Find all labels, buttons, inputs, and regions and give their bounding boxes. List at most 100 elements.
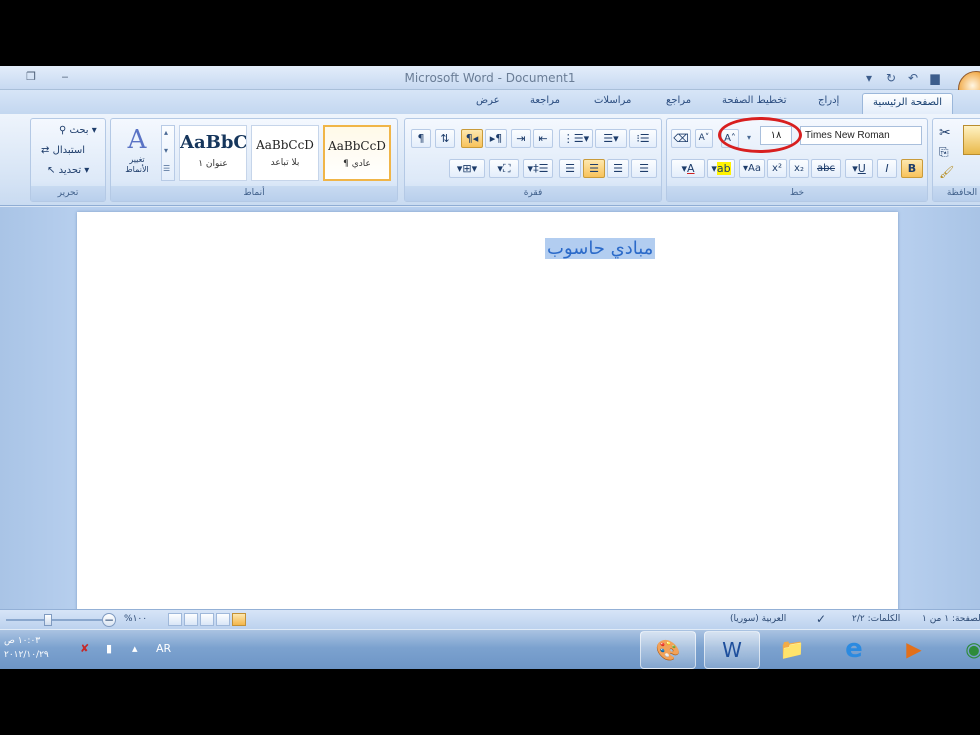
taskbar: ١٠:٠٣ ص ٢٠١٢/١٠/٢٩ ✘ ▮ ▴ AR 🎨 W 📁 e ▶ ◉ bbox=[0, 629, 980, 669]
volume-muted-icon[interactable]: ✘ bbox=[80, 642, 89, 655]
strikethrough-button[interactable]: abc bbox=[811, 159, 841, 178]
line-spacing-icon: ▾‡☰ bbox=[527, 162, 549, 175]
align-left-button[interactable]: ☰ bbox=[631, 159, 657, 178]
change-styles-button[interactable]: A تغيير الأنماط bbox=[117, 125, 157, 181]
bullets-button[interactable]: ⁝☰ bbox=[629, 129, 657, 148]
tab-page-layout[interactable]: تخطيط الصفحة bbox=[722, 95, 787, 106]
rtl-icon: ¶◂ bbox=[465, 132, 479, 145]
proofing-icon[interactable]: ✓ bbox=[816, 612, 826, 626]
show-hidden-icons-icon[interactable]: ▴ bbox=[132, 642, 138, 655]
tab-references[interactable]: مراجع bbox=[666, 95, 691, 106]
sort-button[interactable]: ⇅ bbox=[435, 129, 455, 148]
taskbar-ie[interactable]: e bbox=[826, 631, 882, 669]
shading-icon: ▾⛶ bbox=[497, 162, 511, 175]
style-heading-1[interactable]: AaBbC( عنوان ١ bbox=[179, 125, 247, 181]
selected-heading-text[interactable]: مبادي حاسوب bbox=[545, 238, 656, 259]
shading-button[interactable]: ▾⛶ bbox=[489, 159, 519, 178]
bullets-icon: ⁝☰ bbox=[636, 132, 650, 145]
increase-indent-button[interactable]: ⇥ bbox=[511, 129, 531, 148]
bold-button[interactable]: B bbox=[901, 159, 923, 178]
clock[interactable]: ١٠:٠٣ ص ٢٠١٢/١٠/٢٩ bbox=[4, 634, 49, 662]
underline-button[interactable]: ▾U bbox=[845, 159, 873, 178]
zoom-slider-thumb[interactable] bbox=[44, 614, 52, 626]
quick-access-toolbar: ▾ ↻ ↶ ▆ bbox=[860, 68, 944, 88]
power-icon[interactable]: ▮ bbox=[106, 642, 112, 655]
style-normal[interactable]: AaBbCcD ¶ عادي bbox=[323, 125, 391, 181]
find-button[interactable]: ⚲ بحث ▾ bbox=[59, 125, 97, 136]
styles-gallery-scroll[interactable]: ▴ ▾ ☰ bbox=[161, 125, 175, 181]
clipboard-group: ✂ ⎘ 🖌 الحافظة bbox=[932, 118, 980, 202]
replace-button[interactable]: ⇄ استبدال bbox=[41, 145, 85, 156]
view-outline-button[interactable] bbox=[184, 613, 198, 626]
tab-mailings[interactable]: مراسلات bbox=[594, 95, 631, 106]
editing-group-label: تحرير bbox=[31, 186, 105, 201]
rtl-button[interactable]: ¶◂ bbox=[461, 129, 483, 148]
tab-review[interactable]: مراجعة bbox=[530, 95, 560, 106]
tab-home[interactable]: الصفحة الرئيسية bbox=[862, 93, 953, 114]
language-indicator[interactable]: العربية (سوريا) bbox=[730, 614, 786, 624]
shrink-font-button[interactable]: A˅ bbox=[695, 129, 713, 148]
status-bar: − %١٠٠ العربية (سوريا) ✓ الكلمات: ٢/٢ ال… bbox=[0, 609, 980, 629]
justify-icon: ☰ bbox=[565, 162, 575, 175]
font-name-box[interactable]: Times New Roman bbox=[800, 126, 922, 145]
strikethrough-icon: abc bbox=[817, 163, 835, 174]
justify-button[interactable]: ☰ bbox=[559, 159, 581, 178]
redo-icon[interactable]: ↻ bbox=[882, 69, 900, 87]
tab-view[interactable]: عرض bbox=[476, 95, 500, 106]
save-icon[interactable]: ▆ bbox=[926, 69, 944, 87]
style-no-spacing[interactable]: AaBbCcD بلا تباعد bbox=[251, 125, 319, 181]
title-bar: ❐ ‒ Microsoft Word - Document1 ▾ ↻ ↶ ▆ bbox=[0, 66, 980, 107]
tab-insert[interactable]: إدراج bbox=[818, 95, 839, 106]
highlight-button[interactable]: ▾ab bbox=[707, 159, 735, 178]
taskbar-paint[interactable]: 🎨 bbox=[640, 631, 696, 669]
numbering-button[interactable]: ☰▾ bbox=[595, 129, 627, 148]
taskbar-explorer[interactable]: 📁 bbox=[764, 631, 820, 669]
cut-icon[interactable]: ✂ bbox=[939, 125, 951, 141]
view-draft-button[interactable] bbox=[168, 613, 182, 626]
align-center-button[interactable]: ☰ bbox=[607, 159, 629, 178]
underline-icon: ▾U bbox=[852, 162, 866, 175]
page-number[interactable]: الصفحة: ١ من ١ bbox=[922, 614, 980, 624]
zoom-out-button[interactable]: − bbox=[102, 613, 116, 627]
language-bar[interactable]: AR bbox=[156, 642, 171, 655]
italic-button[interactable]: I bbox=[877, 159, 897, 178]
view-reading-button[interactable] bbox=[216, 613, 230, 626]
customize-qat-icon[interactable]: ▾ bbox=[860, 69, 878, 87]
multilevel-list-button[interactable]: ⋮☰▾ bbox=[559, 129, 593, 148]
media-player-icon: ▶ bbox=[906, 637, 922, 661]
scroll-down-icon[interactable]: ▾ bbox=[164, 146, 168, 155]
line-spacing-button[interactable]: ▾‡☰ bbox=[523, 159, 553, 178]
taskbar-chrome[interactable]: ◉ bbox=[946, 631, 980, 669]
clear-formatting-button[interactable]: ⌫ bbox=[671, 129, 691, 148]
document-page[interactable]: مبادي حاسوب bbox=[77, 212, 898, 612]
subscript-button[interactable]: x₂ bbox=[789, 159, 809, 178]
font-color-button[interactable]: ▾A bbox=[671, 159, 705, 178]
zoom-slider-track[interactable] bbox=[6, 619, 102, 621]
shrink-font-icon: A˅ bbox=[698, 133, 710, 143]
show-marks-button[interactable]: ¶ bbox=[411, 129, 431, 148]
view-print-layout-button[interactable] bbox=[232, 613, 246, 626]
zoom-level[interactable]: %١٠٠ bbox=[124, 614, 147, 624]
folder-icon: 📁 bbox=[779, 637, 805, 661]
view-web-button[interactable] bbox=[200, 613, 214, 626]
undo-icon[interactable]: ↶ bbox=[904, 69, 922, 87]
select-button[interactable]: ↖ تحديد ▾ bbox=[47, 165, 89, 176]
align-right-button[interactable]: ☰ bbox=[583, 159, 605, 178]
taskbar-media-player[interactable]: ▶ bbox=[886, 631, 942, 669]
format-painter-icon[interactable]: 🖌 bbox=[939, 165, 954, 179]
paste-button[interactable] bbox=[963, 125, 980, 155]
superscript-button[interactable]: x² bbox=[767, 159, 787, 178]
paint-icon: 🎨 bbox=[655, 638, 681, 662]
superscript-icon: x² bbox=[772, 163, 782, 174]
numbering-icon: ☰▾ bbox=[603, 132, 619, 145]
change-case-button[interactable]: ▾Aa bbox=[739, 159, 765, 178]
decrease-indent-button[interactable]: ⇤ bbox=[533, 129, 553, 148]
align-center-icon: ☰ bbox=[613, 162, 623, 175]
taskbar-word[interactable]: W bbox=[704, 631, 760, 669]
ltr-button[interactable]: ▸¶ bbox=[485, 129, 507, 148]
word-count[interactable]: الكلمات: ٢/٢ bbox=[852, 614, 900, 624]
gallery-more-icon[interactable]: ☰ bbox=[163, 164, 170, 173]
copy-icon[interactable]: ⎘ bbox=[939, 145, 949, 160]
scroll-up-icon[interactable]: ▴ bbox=[164, 128, 168, 137]
borders-button[interactable]: ▾⊞▾ bbox=[449, 159, 485, 178]
